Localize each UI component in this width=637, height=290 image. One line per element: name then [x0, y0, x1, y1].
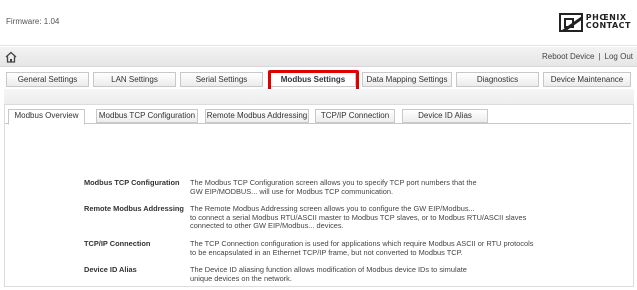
tab-device-maintenance[interactable]: Device Maintenance — [543, 72, 631, 87]
overview-description: The Device ID aliasing function allows m… — [190, 265, 467, 283]
overview-term: Modbus TCP Configuration — [84, 178, 180, 187]
logo-line2: CONTACT — [585, 21, 631, 30]
overview-description: The Remote Modbus Addressing screen allo… — [190, 204, 527, 231]
subtab-remote-modbus-addressing[interactable]: Remote Modbus Addressing — [205, 109, 309, 123]
subtab-modbus-overview[interactable]: Modbus Overview — [8, 109, 85, 125]
reboot-device-link[interactable]: Reboot Device — [542, 52, 594, 61]
firmware-version: Firmware: 1.04 — [6, 17, 60, 26]
overview-description: The TCP Connection configuration is used… — [190, 238, 534, 257]
overview-item: TCP/IP Connection The TCP Connection con… — [84, 238, 554, 257]
subtab-tcp-ip-connection[interactable]: TCP/IP Connection — [315, 109, 395, 123]
nav-bar: Reboot Device | Log Out — [0, 47, 637, 67]
subtab-modbus-tcp-configuration[interactable]: Modbus TCP Configuration — [96, 109, 198, 123]
phoenix-contact-logo: PHŒNIX CONTACT — [559, 11, 631, 33]
overview-term: Device ID Alias — [84, 265, 137, 275]
home-icon[interactable] — [4, 50, 18, 64]
content-header-band — [4, 89, 634, 105]
subtab-divider — [5, 123, 631, 124]
nav-separator: | — [598, 52, 601, 61]
tab-data-mapping-settings[interactable]: Data Mapping Settings — [362, 72, 452, 87]
overview-term: TCP/IP Connection — [84, 238, 151, 248]
overview-item: Modbus TCP Configuration The Modbus TCP … — [84, 178, 554, 196]
tab-diagnostics[interactable]: Diagnostics — [456, 72, 539, 87]
logo-mark-icon — [559, 12, 583, 32]
tab-serial-settings[interactable]: Serial Settings — [180, 72, 263, 87]
overview-description-list: Modbus TCP Configuration The Modbus TCP … — [84, 178, 554, 290]
overview-item: Device ID Alias The Device ID aliasing f… — [84, 265, 554, 283]
overview-description: The Modbus TCP Configuration screen allo… — [190, 178, 477, 196]
overview-term: Remote Modbus Addressing — [84, 204, 184, 214]
header-bar: Firmware: 1.04 PHŒNIX CONTACT — [0, 0, 637, 46]
log-out-link[interactable]: Log Out — [605, 52, 633, 61]
tab-general-settings[interactable]: General Settings — [6, 72, 89, 87]
overview-item: Remote Modbus Addressing The Remote Modb… — [84, 204, 554, 231]
subtab-device-id-alias[interactable]: Device ID Alias — [402, 109, 488, 123]
tab-lan-settings[interactable]: LAN Settings — [93, 72, 176, 87]
